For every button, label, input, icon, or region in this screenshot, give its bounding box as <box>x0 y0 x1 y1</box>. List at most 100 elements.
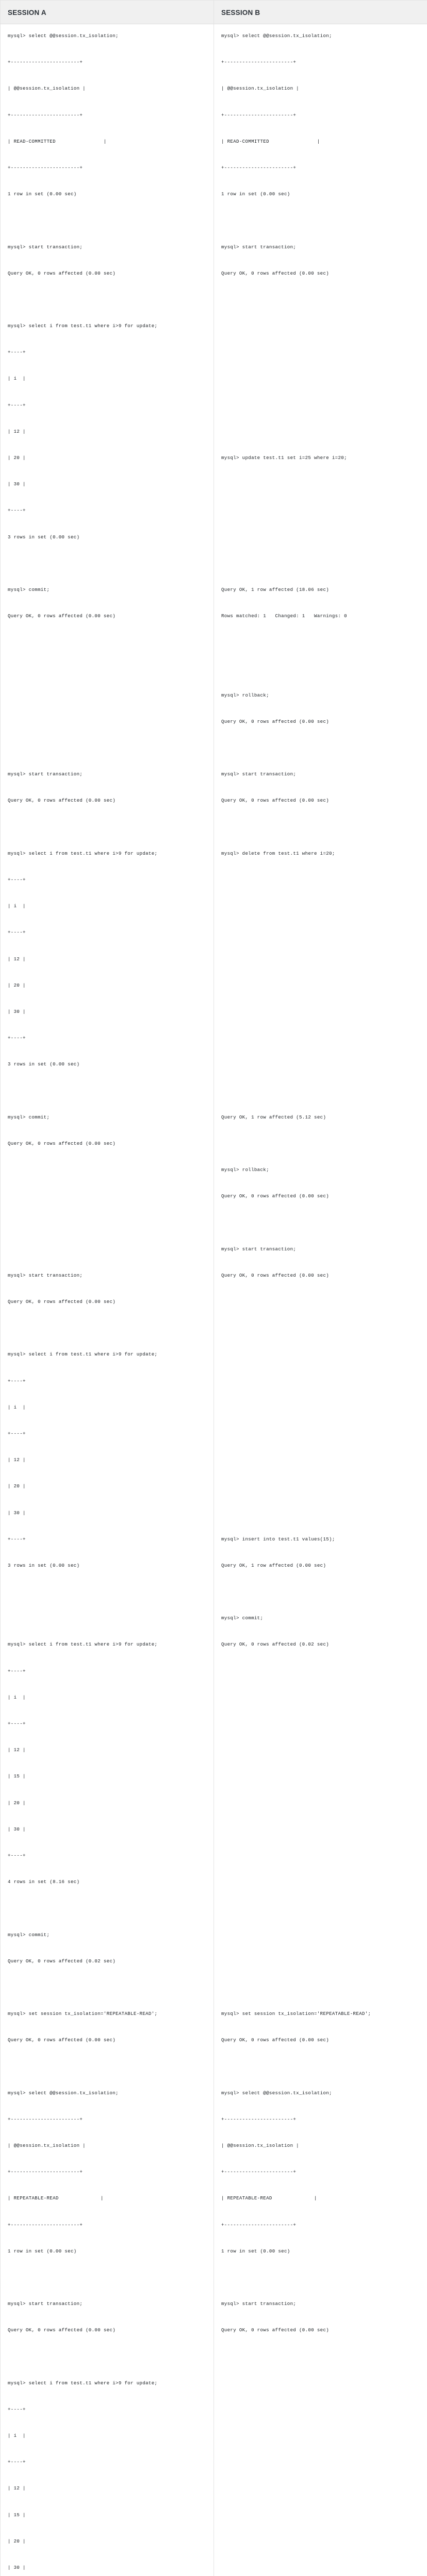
terminal-line: | READ-COMMITTED | <box>8 135 206 148</box>
terminal-line: 1 row in set (0.00 sec) <box>8 188 206 201</box>
terminal-line: Query OK, 1 row affected (18.06 sec) <box>221 583 420 597</box>
terminal-line: Query OK, 0 rows affected (0.00 sec) <box>221 794 420 807</box>
terminal-line <box>8 1216 206 1229</box>
terminal-line <box>221 2574 420 2576</box>
terminal-line <box>221 2205 420 2218</box>
terminal-line <box>8 122 206 135</box>
terminal-line: +-----------------------+ <box>8 56 206 69</box>
terminal-line <box>8 728 206 741</box>
terminal-line <box>221 43 420 56</box>
terminal-line <box>221 1691 420 1704</box>
terminal-line <box>8 1836 206 1849</box>
terminal-line <box>221 438 420 451</box>
terminal-line <box>8 860 206 873</box>
terminal-line: Query OK, 0 rows affected (0.00 sec) <box>221 1190 420 1203</box>
terminal-line: Query OK, 0 rows affected (0.00 sec) <box>221 267 420 280</box>
terminal-line <box>8 1546 206 1559</box>
terminal-line: +----+ <box>8 346 206 359</box>
terminal-line: +-----------------------+ <box>221 161 420 175</box>
terminal-line <box>221 517 420 531</box>
terminal-line: Query OK, 1 row affected (0.00 sec) <box>221 1559 420 1572</box>
terminal-line <box>221 478 420 491</box>
terminal-line <box>221 1519 420 1533</box>
terminal-line: | 15 | <box>8 2509 206 2522</box>
terminal-line <box>221 2443 420 2456</box>
terminal-line <box>221 2047 420 2060</box>
terminal-line: | @@session.tx_isolation | <box>221 82 420 95</box>
terminal-line <box>221 1889 420 1902</box>
terminal-line <box>221 2535 420 2548</box>
terminal-line <box>221 2509 420 2522</box>
terminal-line: +-----------------------+ <box>221 2218 420 2232</box>
terminal-line: Query OK, 0 rows affected (0.00 sec) <box>221 2033 420 2047</box>
terminal-line <box>8 2179 206 2192</box>
table-row: mysql> select @@session.tx_isolation; +--… <box>1 24 427 2576</box>
terminal-line <box>221 1809 420 1823</box>
terminal-line <box>221 1071 420 1084</box>
terminal-line <box>221 95 420 109</box>
terminal-line: 1 row in set (0.00 sec) <box>221 2245 420 2258</box>
terminal-line: mysql> rollback; <box>221 689 420 702</box>
terminal-line <box>221 1941 420 1955</box>
terminal-line <box>8 1124 206 1137</box>
terminal-line: +----+ <box>8 1031 206 1045</box>
terminal-line: | 15 | <box>8 1770 206 1783</box>
terminal-line <box>8 1467 206 1480</box>
terminal-line <box>8 1519 206 1533</box>
terminal-line: mysql> select @@session.tx_isolation; <box>221 29 420 43</box>
terminal-line <box>8 663 206 676</box>
terminal-line <box>221 1546 420 1559</box>
terminal-line: 1 row in set (0.00 sec) <box>221 188 420 201</box>
terminal-line: mysql> select i from test.t1 where i>9 f… <box>8 1348 206 1361</box>
terminal-line: Query OK, 0 rows affected (0.00 sec) <box>221 1269 420 1282</box>
table-body: mysql> select @@session.tx_isolation; +--… <box>1 24 427 2576</box>
terminal-line: | 12 | <box>8 2482 206 2495</box>
terminal-line <box>8 517 206 531</box>
terminal-line <box>221 2469 420 2482</box>
terminal-line <box>221 1216 420 1229</box>
terminal-line <box>8 675 206 689</box>
terminal-line: +----+ <box>8 2403 206 2416</box>
terminal-line: mysql> delete from test.t1 where i=20; <box>221 847 420 860</box>
terminal-line <box>8 412 206 425</box>
terminal-line <box>221 1453 420 1467</box>
terminal-line <box>8 2205 206 2218</box>
terminal-line <box>221 939 420 953</box>
terminal-line <box>221 2337 420 2350</box>
terminal-line <box>8 1019 206 1032</box>
terminal-line <box>221 504 420 517</box>
terminal-line: Query OK, 0 rows affected (0.00 sec) <box>221 715 420 728</box>
terminal-line <box>221 2311 420 2324</box>
terminal-line <box>8 1282 206 1295</box>
terminal-line <box>221 346 420 359</box>
terminal-line <box>221 2482 420 2495</box>
terminal-line <box>8 148 206 161</box>
terminal-line: | 12 | <box>8 425 206 438</box>
terminal-line: | 30 | <box>8 1823 206 1836</box>
terminal-line: +----+ <box>8 2455 206 2469</box>
terminal-line <box>221 227 420 241</box>
terminal-line <box>8 636 206 649</box>
terminal-line <box>8 1731 206 1744</box>
terminal-line <box>221 1849 420 1862</box>
terminal-line <box>221 1295 420 1309</box>
table-header: SESSION A SESSION B <box>1 1 427 24</box>
terminal-line <box>221 201 420 214</box>
terminal-line <box>221 2377 420 2390</box>
terminal-line <box>221 1401 420 1414</box>
terminal-line: +-----------------------+ <box>221 2113 420 2126</box>
terminal-line <box>8 175 206 188</box>
terminal-line <box>8 1203 206 1216</box>
terminal-line <box>221 2021 420 2034</box>
terminal-line <box>221 1704 420 1717</box>
terminal-line: Query OK, 0 rows affected (0.00 sec) <box>8 2324 206 2337</box>
terminal-line <box>8 741 206 755</box>
terminal-line <box>221 1599 420 1612</box>
terminal-line <box>221 293 420 307</box>
terminal-line: | 20 | <box>8 1797 206 1810</box>
terminal-line: mysql> select i from test.t1 where i>9 f… <box>8 1638 206 1651</box>
terminal-line: +----+ <box>8 1427 206 1440</box>
terminal-line <box>8 2153 206 2166</box>
terminal-line <box>221 122 420 135</box>
terminal-line <box>8 1612 206 1625</box>
